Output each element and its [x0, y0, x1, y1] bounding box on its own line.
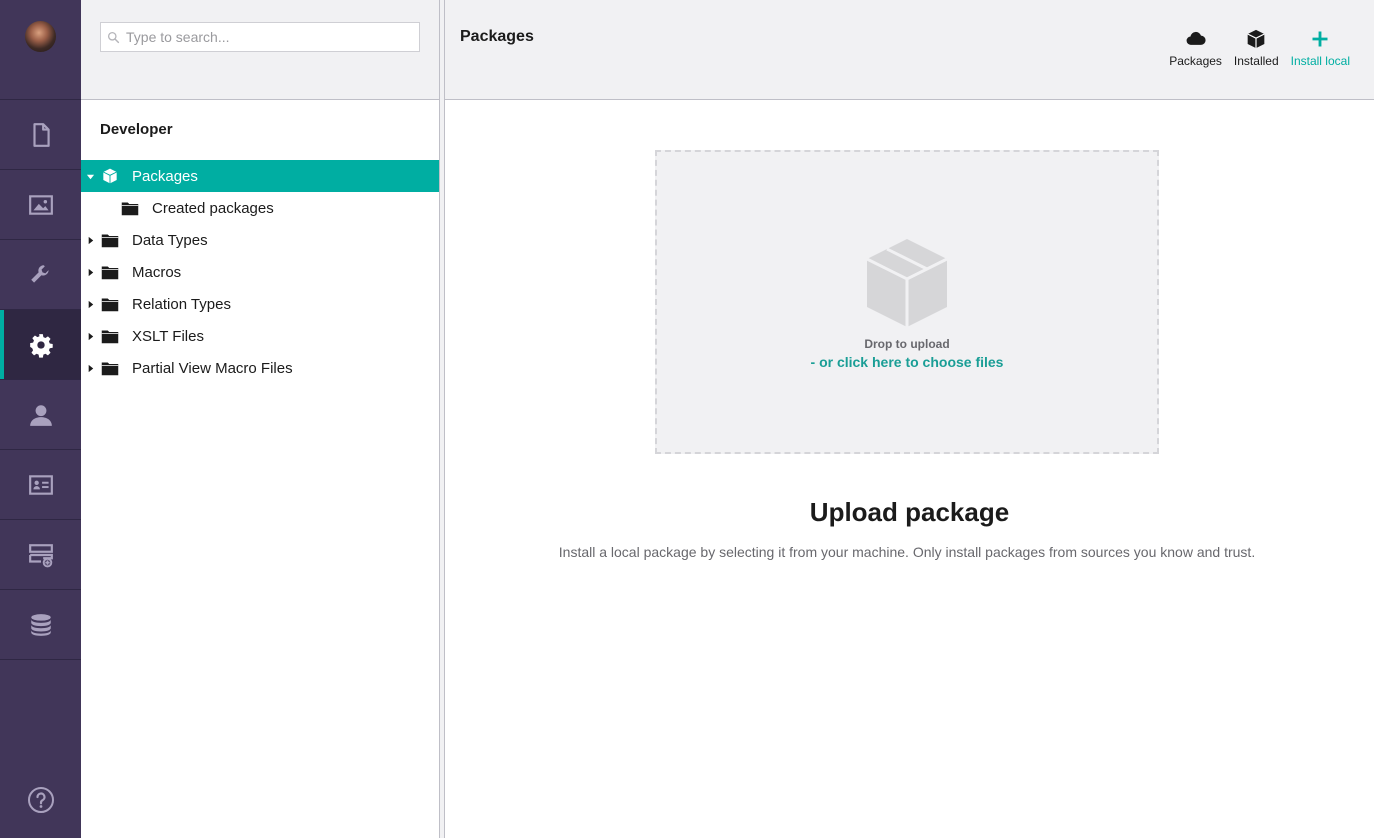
cloud-icon [1186, 31, 1206, 45]
tab-label: Installed [1233, 54, 1279, 68]
tab-packages[interactable]: Packages [1163, 29, 1228, 68]
folder-icon [99, 329, 121, 344]
package-icon [1247, 29, 1265, 49]
section-media[interactable] [0, 170, 81, 240]
folder-icon [99, 265, 121, 280]
caret-right-icon[interactable] [81, 332, 99, 341]
tree-node-macros[interactable]: Macros [81, 256, 439, 288]
page-title: Packages [460, 28, 534, 45]
tab-install-local[interactable]: Install local [1285, 29, 1356, 68]
tree-panel: Developer Packages Created packages Data… [81, 0, 439, 838]
sections-bar [0, 0, 81, 838]
tab-installed[interactable]: Installed [1228, 29, 1285, 68]
folder-icon [99, 297, 121, 312]
help-button[interactable] [0, 782, 81, 818]
section-database[interactable] [0, 590, 81, 660]
drop-to-upload-text: Drop to upload [864, 337, 950, 351]
user-avatar-cell [0, 0, 81, 100]
tree-node-packages[interactable]: Packages [81, 160, 439, 192]
tree-root-title: Developer [100, 121, 173, 138]
help-icon [27, 787, 54, 813]
gear-icon [29, 333, 53, 358]
upload-description: Install a local package by selecting it … [558, 544, 1256, 560]
tree-node-label: Relation Types [132, 295, 231, 313]
section-settings[interactable] [0, 240, 81, 310]
image-icon [28, 194, 53, 215]
database-icon [30, 613, 51, 636]
avatar[interactable] [25, 21, 56, 52]
tree-node-partial-view-macro-files[interactable]: Partial View Macro Files [81, 352, 439, 384]
folder-icon [99, 361, 121, 376]
upload-title: Upload package [809, 497, 1010, 527]
tree-node-label: Data Types [132, 231, 208, 249]
caret-right-icon[interactable] [81, 268, 99, 277]
tree-node-label: XSLT Files [132, 327, 204, 345]
editor-header: Packages Packages Installed Install loca… [445, 0, 1374, 100]
forms-icon [28, 543, 53, 567]
tree-node-label: Partial View Macro Files [132, 359, 293, 377]
tree-search-area [81, 0, 439, 100]
section-forms[interactable] [0, 520, 81, 590]
section-users[interactable] [0, 380, 81, 450]
tree-node-label: Created packages [152, 199, 274, 217]
section-content[interactable] [0, 100, 81, 170]
package-icon [99, 168, 121, 184]
search-input[interactable] [126, 29, 406, 45]
tab-label: Install local [1290, 54, 1350, 68]
search-box[interactable] [100, 22, 420, 52]
wrench-icon [30, 264, 49, 283]
tree-node-created-packages[interactable]: Created packages [81, 192, 439, 224]
tree-node-xslt-files[interactable]: XSLT Files [81, 320, 439, 352]
search-icon [107, 31, 120, 43]
caret-down-icon[interactable] [81, 172, 99, 181]
editor-main: Packages Packages Installed Install loca… [445, 0, 1374, 838]
document-icon [32, 122, 50, 147]
tab-label: Packages [1169, 54, 1222, 68]
user-icon [29, 404, 52, 426]
member-card-icon [28, 474, 53, 495]
tree-node-label: Packages [132, 167, 198, 185]
tree-node-label: Macros [132, 263, 182, 281]
choose-files-link[interactable]: - or click here to choose files [811, 354, 1004, 370]
plus-icon [1312, 31, 1328, 47]
caret-right-icon[interactable] [81, 300, 99, 309]
folder-icon [119, 201, 141, 216]
caret-right-icon[interactable] [81, 236, 99, 245]
section-members[interactable] [0, 450, 81, 520]
folder-icon [99, 233, 121, 248]
caret-right-icon[interactable] [81, 364, 99, 373]
tree-node-relation-types[interactable]: Relation Types [81, 288, 439, 320]
upload-dropzone[interactable]: Drop to upload - or click here to choose… [655, 150, 1159, 454]
package-icon [866, 239, 948, 327]
section-developer[interactable] [0, 310, 81, 380]
tree-node-data-types[interactable]: Data Types [81, 224, 439, 256]
header-tabs: Packages Installed Install local [1163, 29, 1356, 68]
